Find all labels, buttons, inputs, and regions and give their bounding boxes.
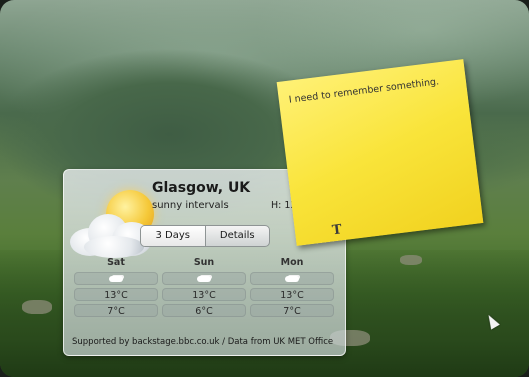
- forecast-grid: Sat Sun Mon 13°C 13°C 13°C 7°C 6°C 7°C: [72, 256, 336, 320]
- rock: [400, 255, 422, 265]
- weather-city: Glasgow, UK: [152, 180, 251, 196]
- day-low-temp: 6°C: [162, 304, 246, 317]
- day-name: Mon: [280, 257, 304, 268]
- weather-attribution[interactable]: Supported by backstage.bbc.co.uk / Data …: [72, 337, 340, 347]
- day-high-temp: 13°C: [74, 288, 158, 301]
- day-low-temp: 7°C: [250, 304, 334, 317]
- day-name: Sat: [107, 257, 125, 268]
- rock: [22, 300, 52, 314]
- day-high-temp: 13°C: [250, 288, 334, 301]
- tab-details[interactable]: Details: [206, 226, 270, 246]
- weather-tabs: 3 Days Details: [140, 225, 270, 247]
- day-name: Sun: [193, 257, 215, 268]
- desktop: Glasgow, UK sunny intervals H: 13°C 3 Da…: [0, 0, 529, 377]
- weather-condition: sunny intervals: [152, 200, 229, 211]
- sticky-note[interactable]: I need to remember something. T: [276, 59, 484, 246]
- day-cloud-icon: [250, 272, 334, 285]
- day-cloud-icon: [74, 272, 158, 285]
- tab-3-days[interactable]: 3 Days: [141, 226, 206, 246]
- day-low-temp: 7°C: [74, 304, 158, 317]
- day-high-temp: 13°C: [162, 288, 246, 301]
- sticky-note-text[interactable]: I need to remember something.: [288, 76, 439, 105]
- text-tool-icon[interactable]: T: [331, 222, 342, 238]
- day-cloud-icon: [162, 272, 246, 285]
